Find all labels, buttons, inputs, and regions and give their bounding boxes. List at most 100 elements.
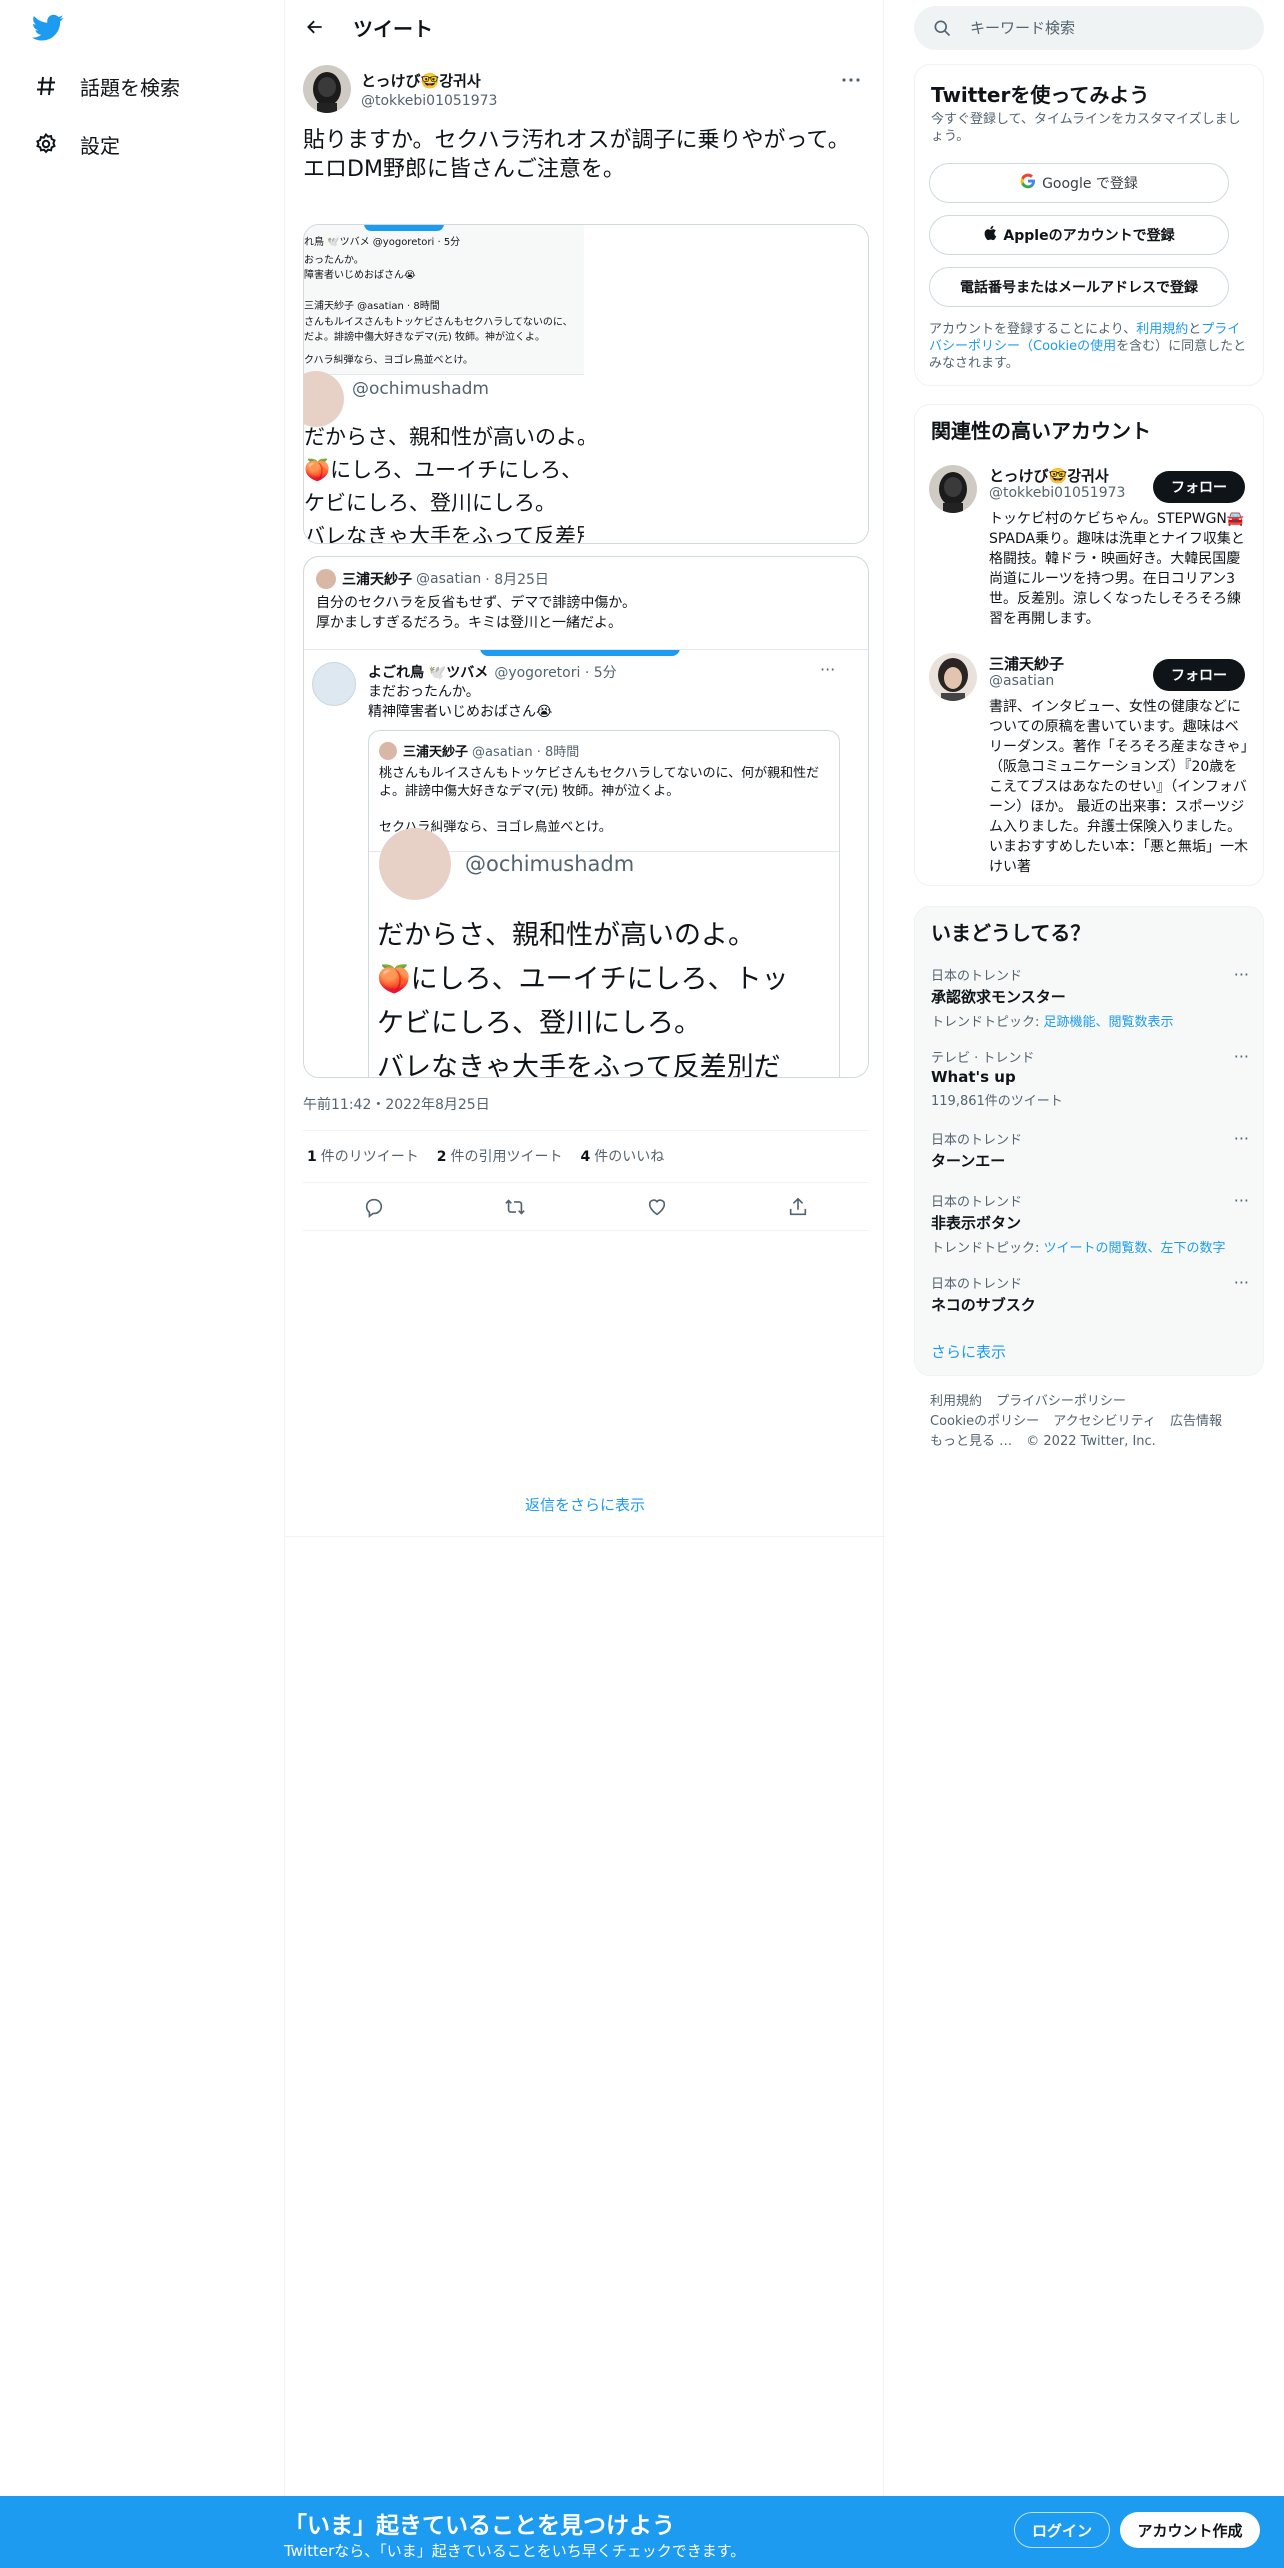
trend-item[interactable]: 日本のトレンド 承認欲求モンスター トレンドトピック: 足跡機能、閲覧数表示 ·…: [931, 965, 1249, 1030]
apple-icon: [983, 225, 997, 245]
related-title: 関連性の高いアカウント: [931, 419, 1151, 443]
iq-avatar: [379, 741, 397, 760]
author-handle[interactable]: @tokkebi01051973: [361, 93, 497, 109]
quote-header: 三浦天紗子 @asatian · 8月25日: [316, 569, 549, 589]
tweet-text: 貼りますか。セクハラ汚れオスが調子に乗りやがって。 エロDM野郎に皆さんご注意を…: [303, 128, 850, 182]
trends-title: いまどうしてる？: [931, 921, 1091, 945]
trend-more-icon[interactable]: ···: [1234, 1129, 1249, 1148]
phone-email-signup-button[interactable]: 電話番号またはメールアドレスで登録: [929, 267, 1229, 307]
tweet-media-image[interactable]: れ鳥 🕊️ツバメ @yogoretori · 5分 おったんか。 障害者いじめお…: [303, 224, 869, 544]
signup-card: Twitterを使ってみよう 今すぐ登録して、タイムラインをカスタマイズしましょ…: [914, 64, 1264, 386]
nav-settings-label: 設定: [80, 133, 120, 158]
trends-show-more-link[interactable]: さらに表示: [931, 1341, 1006, 1362]
hashtag-icon: [32, 72, 60, 100]
back-arrow-icon[interactable]: [297, 9, 333, 45]
media-line: クハラ糾弾なら、ヨゴレ鳥並べとけ。: [304, 355, 473, 366]
like-count[interactable]: 4 件のいいね: [581, 1146, 665, 1166]
tweet-timestamp[interactable]: 午前11:42・2022年8月25日: [303, 1094, 490, 1114]
trend-item[interactable]: 日本のトレンド ネコのサブスク ···: [931, 1273, 1249, 1315]
media-line: おったんか。: [304, 255, 364, 266]
media-line: さんもルイスさんもトッケビさんもセクハラしてないのに、: [304, 317, 573, 328]
quote-date: · 8月25日: [485, 572, 549, 588]
nav-settings[interactable]: 設定: [32, 124, 120, 164]
account-name[interactable]: とっけび🤓강귀사: [989, 465, 1109, 486]
retweet-count[interactable]: 1 件のリツイート: [307, 1146, 419, 1166]
author-avatar[interactable]: [303, 65, 351, 113]
phone-signup-label: 電話番号またはメールアドレスで登録: [960, 280, 1198, 296]
trend-more-icon[interactable]: ···: [1234, 965, 1249, 984]
nav-explore-label: 話題を検索: [80, 75, 180, 100]
like-icon[interactable]: [640, 1190, 674, 1224]
trend-more-icon[interactable]: ···: [1234, 1047, 1249, 1066]
divider: [303, 1130, 869, 1131]
quote-author-name: 三浦天紗子: [342, 572, 412, 588]
follow-button[interactable]: フォロー: [1153, 659, 1245, 691]
qm-name: よごれ鳥 🕊️ツバメ: [368, 665, 489, 681]
search-input[interactable]: [970, 19, 1250, 37]
iq-big-avatar: [379, 828, 451, 900]
account-bio: 書評、インタビュー、女性の健康などについての原稿を書いています。趣味はベリーダン…: [989, 699, 1248, 875]
retweet-icon[interactable]: [498, 1190, 532, 1224]
media-line: 障害者いじめおばさん😭: [304, 270, 416, 281]
show-more-replies-link[interactable]: 返信をさらに表示: [285, 1494, 885, 1515]
signup-title: Twitterを使ってみよう: [931, 83, 1150, 107]
apple-signup-button[interactable]: Appleのアカウントで登録: [929, 215, 1229, 255]
create-account-button[interactable]: アカウント作成: [1120, 2512, 1260, 2548]
footer-link[interactable]: 広告情報: [1170, 1414, 1222, 1429]
iq-shot: @ochimushadm だからさ、親和性が高いのよ。 🍑にしろ、ユーイチにしろ…: [369, 828, 839, 1077]
media-big-text: だからさ、親和性が高いのよ。 🍑にしろ、ユーイチにしろ、ト ケビにしろ、登川にし…: [304, 425, 604, 544]
footer-link[interactable]: もっと見る …: [930, 1434, 1012, 1449]
trend-item[interactable]: テレビ · トレンド What's up 119,861件のツイート ···: [931, 1047, 1249, 1109]
footer-link[interactable]: アクセシビリティ: [1053, 1414, 1156, 1429]
search-icon: [932, 18, 952, 38]
iq-handle: @asatian · 8時間: [472, 745, 580, 760]
search-bar[interactable]: [914, 6, 1264, 50]
account-avatar[interactable]: [929, 465, 977, 513]
more-options-icon[interactable]: [839, 68, 863, 92]
login-button[interactable]: ログイン: [1014, 2512, 1110, 2548]
account-name[interactable]: 三浦天紗子: [989, 653, 1064, 674]
footer-link[interactable]: 利用規約: [930, 1394, 982, 1409]
signup-terms: アカウントを登録することにより、利用規約とプライバシーポリシー（Cookieの使…: [929, 322, 1247, 371]
signup-subtitle: 今すぐ登録して、タイムラインをカスタマイズしましょう。: [931, 112, 1241, 144]
main-column: ツイート とっけび🤓강귀사 @tokkebi01051973 貼りますか。セクハ…: [284, 0, 885, 2500]
media-big-handle: @ochimushadm: [352, 379, 489, 399]
quote-text: 自分のセクハラを反省もせず、デマで誹謗中傷か。 厚かましすぎるだろう。キミは登川…: [316, 595, 637, 631]
iq-header: 三浦天紗子 @asatian · 8時間: [379, 741, 579, 760]
trend-item[interactable]: 日本のトレンド 非表示ボタン トレンドトピック: ツイートの閲覧数、左下の数字 …: [931, 1191, 1249, 1256]
trend-more-icon[interactable]: ···: [1234, 1273, 1249, 1292]
media-line: だよ。誹謗中傷大好きなデマ(元) 牧師。神が泣くよ。: [304, 332, 545, 343]
nav-explore[interactable]: 話題を検索: [32, 66, 180, 106]
inner-quote: 三浦天紗子 @asatian · 8時間 桃さんもルイスさんもトッケビさんもセクハ…: [368, 730, 840, 1077]
media-line: 三浦天紗子 @asatian · 8時間: [304, 301, 440, 312]
google-signup-button[interactable]: Google で登録: [929, 163, 1229, 203]
author-name[interactable]: とっけび🤓강귀사: [361, 70, 497, 91]
quoted-tweet[interactable]: 三浦天紗子 @asatian · 8月25日 自分のセクハラを反省もせず、デマで…: [303, 556, 869, 1078]
quote-media-image[interactable]: よごれ鳥 🕊️ツバメ @yogoretori · 5分 ··· まだおったんか。 …: [304, 649, 868, 1077]
quote-avatar: [316, 569, 336, 589]
terms-link[interactable]: 利用規約: [1136, 322, 1188, 337]
account-handle[interactable]: @tokkebi01051973: [989, 485, 1125, 501]
twitter-bird-icon[interactable]: [32, 14, 64, 44]
divider: [285, 1536, 885, 1537]
bottom-signup-bar: 「いま」起きていることを見つけよう Twitterなら、「いま」起きていることを…: [0, 2496, 1284, 2568]
footer-link[interactable]: Cookieのポリシー: [930, 1414, 1039, 1429]
page-title: ツイート: [353, 16, 433, 41]
trends-card: いまどうしてる？ 日本のトレンド 承認欲求モンスター トレンドトピック: 足跡機…: [914, 906, 1264, 1376]
follow-button[interactable]: フォロー: [1153, 471, 1245, 503]
trend-more-icon[interactable]: ···: [1234, 1191, 1249, 1210]
media-screenshot-small: れ鳥 🕊️ツバメ @yogoretori · 5分 おったんか。 障害者いじめお…: [304, 225, 584, 375]
share-icon[interactable]: [781, 1190, 815, 1224]
account-avatar[interactable]: [929, 653, 977, 701]
quote-count[interactable]: 2 件の引用ツイート: [437, 1146, 563, 1166]
trend-name: What's up: [931, 1068, 1016, 1086]
trend-item[interactable]: 日本のトレンド ターンエー ···: [931, 1129, 1249, 1171]
bottom-bar-subtitle: Twitterなら、「いま」起きていることをいち早くチェックできます。: [284, 2542, 746, 2560]
copyright: © 2022 Twitter, Inc.: [1026, 1434, 1156, 1449]
qm-header: よごれ鳥 🕊️ツバメ @yogoretori · 5分: [368, 662, 617, 682]
tweet-actions: [303, 1190, 869, 1224]
iq-text: 桃さんもルイスさんもトッケビさんもセクハラしてないのに、何が親和性だよ。誹謗中傷…: [379, 766, 820, 835]
footer-link[interactable]: プライバシーポリシー: [996, 1394, 1126, 1409]
reply-icon[interactable]: [357, 1190, 391, 1224]
account-handle[interactable]: @asatian: [989, 673, 1054, 689]
